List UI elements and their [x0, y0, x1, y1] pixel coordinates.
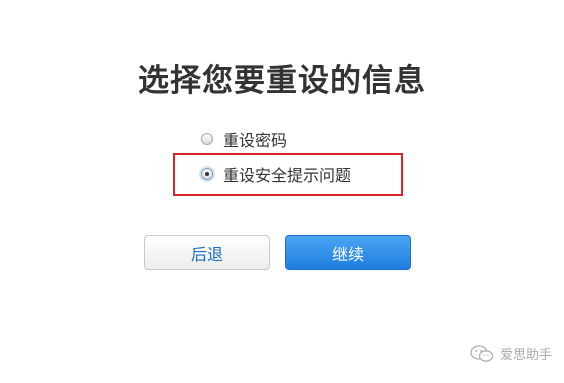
- wechat-icon: [470, 344, 494, 363]
- watermark: 爱思助手: [470, 344, 552, 363]
- back-button[interactable]: 后退: [144, 235, 270, 270]
- option-reset-password[interactable]: 重设密码: [201, 128, 287, 150]
- watermark-text: 爱思助手: [499, 348, 552, 363]
- radio-reset-password[interactable]: [201, 133, 213, 145]
- option-label-reset-password: 重设密码: [223, 131, 288, 150]
- page-title: 选择您要重设的信息: [138, 63, 426, 99]
- highlight-box: [173, 153, 403, 196]
- continue-button[interactable]: 继续: [285, 235, 411, 270]
